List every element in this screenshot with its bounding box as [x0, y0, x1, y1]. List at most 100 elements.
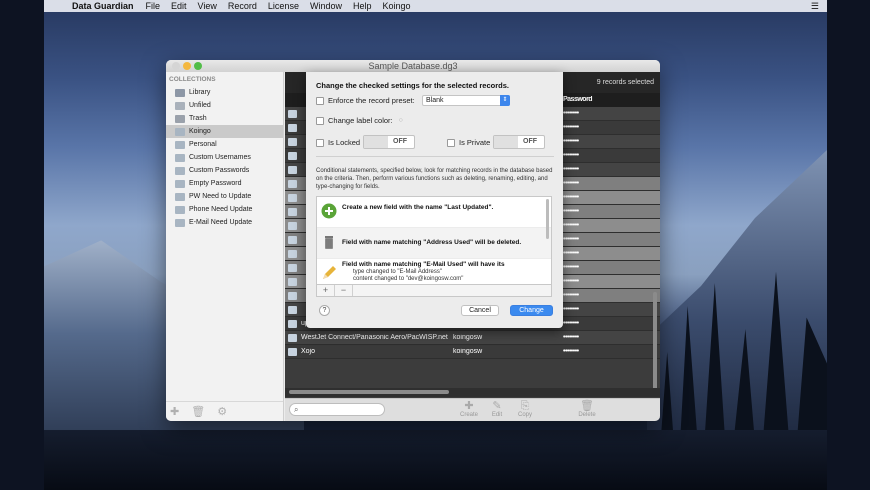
copy-button[interactable]: ⎘ Copy — [512, 400, 538, 418]
sidebar-item-phone-need-update[interactable]: Phone Need Update — [166, 203, 283, 216]
list-menu-icon[interactable]: ☰ — [811, 1, 819, 12]
record-password: •••••••• — [563, 166, 579, 173]
record-icon — [288, 292, 297, 300]
sidebar-item-e-mail-need-update[interactable]: E-Mail Need Update — [166, 216, 283, 229]
record-icon — [288, 152, 297, 160]
menu-edit[interactable]: Edit — [171, 1, 187, 11]
is-private-checkbox[interactable] — [447, 138, 455, 147]
sidebar-item-pw-need-to-update[interactable]: PW Need to Update — [166, 190, 283, 203]
pencil-icon — [323, 266, 336, 279]
menu-bar: Data Guardian File Edit View Record Lice… — [44, 0, 827, 12]
record-icon — [288, 194, 297, 202]
vertical-scrollbar[interactable] — [653, 292, 657, 392]
sidebar-item-library[interactable]: Library — [166, 86, 283, 99]
sidebar-item-label: Custom Passwords — [189, 167, 250, 174]
copy-icon: ⎘ — [520, 400, 530, 412]
column-password[interactable]: Password — [563, 96, 633, 103]
smart-folder-icon — [175, 179, 185, 188]
record-password: •••••••• — [563, 236, 579, 243]
menu-window[interactable]: Window — [310, 1, 342, 11]
menu-view[interactable]: View — [198, 1, 217, 11]
list-control-bar: + − — [316, 285, 552, 297]
change-button[interactable]: Change — [510, 305, 553, 316]
is-locked-toggle[interactable]: OFF — [363, 135, 415, 149]
action-text: Field with name matching "Address Used" … — [342, 239, 522, 246]
sidebar-item-empty-password[interactable]: Empty Password — [166, 177, 283, 190]
record-icon — [288, 264, 297, 272]
sheet-title: Change the checked settings for the sele… — [316, 81, 509, 90]
zoom-button[interactable] — [194, 62, 202, 70]
sidebar-item-custom-usernames[interactable]: Custom Usernames — [166, 151, 283, 164]
app-menu[interactable]: Data Guardian — [72, 1, 134, 11]
unfiled-icon — [175, 101, 185, 110]
horizontal-scrollbar[interactable] — [285, 388, 660, 397]
window-title: Sample Database.dg3 — [368, 61, 458, 71]
add-action-button[interactable]: + — [317, 285, 335, 296]
is-private-toggle[interactable]: OFF — [493, 135, 545, 149]
table-row[interactable]: WestJet Connect/Panasonic Aero/PacWISP.n… — [285, 331, 660, 345]
sidebar-item-trash[interactable]: Trash — [166, 112, 283, 125]
menu-record[interactable]: Record — [228, 1, 257, 11]
record-password: •••••••• — [563, 208, 579, 215]
enforce-preset-checkbox[interactable] — [316, 96, 324, 105]
is-private-row: Is Private — [447, 138, 490, 147]
record-icon — [288, 306, 297, 314]
action-text: Field with name matching "E-Mail Used" w… — [342, 261, 505, 268]
label-color-checkbox[interactable] — [316, 116, 324, 125]
sidebar-item-label: Trash — [189, 115, 207, 122]
smart-folder-icon — [175, 218, 185, 227]
cancel-button[interactable]: Cancel — [461, 305, 499, 316]
minimize-button[interactable] — [183, 62, 191, 70]
smart-folder-icon — [175, 192, 185, 201]
search-field[interactable]: ⌕ — [289, 403, 385, 416]
sidebar-item-label: PW Need to Update — [189, 193, 252, 200]
sidebar-footer: ✚ 🗑 ⚙ — [166, 401, 283, 421]
edit-button[interactable]: ✎ Edit — [484, 400, 510, 418]
list-item[interactable]: Create a new field with the name "Last U… — [317, 197, 551, 228]
record-icon — [288, 236, 297, 244]
add-icon — [321, 203, 337, 219]
sidebar-item-koingo[interactable]: Koingo — [166, 125, 283, 138]
sidebar-item-unfiled[interactable]: Unfiled — [166, 99, 283, 112]
record-name: WestJet Connect/Panasonic Aero/PacWISP.n… — [301, 334, 448, 341]
sidebar-item-label: Personal — [189, 141, 217, 148]
collection-settings-icon[interactable]: ⚙ — [217, 405, 227, 418]
menu-koingo[interactable]: Koingo — [382, 1, 410, 11]
description-text: Conditional statements, specified below,… — [316, 168, 553, 190]
action-subtext: type changed to "E-Mail Address" — [353, 269, 442, 275]
table-row[interactable]: Xojo koingosw •••••••• — [285, 345, 660, 359]
close-button[interactable] — [172, 62, 180, 70]
scroll-thumb[interactable] — [289, 390, 449, 394]
record-icon — [288, 250, 297, 258]
add-collection-icon[interactable]: ✚ — [170, 405, 179, 418]
list-item[interactable]: Field with name matching "Address Used" … — [317, 228, 551, 259]
preset-popup[interactable]: Blank ⇕ — [422, 95, 510, 106]
is-locked-checkbox[interactable] — [316, 138, 324, 147]
record-icon — [288, 138, 297, 146]
folder-icon — [175, 140, 185, 149]
delete-button[interactable]: 🗑 Delete — [574, 400, 600, 418]
delete-collection-icon[interactable]: 🗑 — [191, 405, 205, 418]
delete-label: Delete — [578, 412, 596, 418]
list-item[interactable]: Field with name matching "E-Mail Used" w… — [317, 259, 551, 284]
remove-action-button[interactable]: − — [335, 285, 353, 296]
menu-help[interactable]: Help — [353, 1, 372, 11]
sidebar-item-personal[interactable]: Personal — [166, 138, 283, 151]
menu-license[interactable]: License — [268, 1, 299, 11]
record-icon — [288, 278, 297, 286]
sidebar-item-custom-passwords[interactable]: Custom Passwords — [166, 164, 283, 177]
conditional-actions-list: Create a new field with the name "Last U… — [316, 196, 552, 285]
create-label: Create — [459, 412, 478, 418]
menu-file[interactable]: File — [146, 1, 161, 11]
create-button[interactable]: ✚ Create — [456, 400, 482, 418]
action-subtext: content changed to "dev@koingosw.com" — [353, 276, 464, 282]
edit-icon: ✎ — [492, 400, 502, 412]
collections-sidebar: COLLECTIONS Library Unfiled Trash Koingo Per… — [166, 72, 284, 421]
help-button[interactable]: ? — [319, 305, 330, 316]
record-icon — [288, 166, 297, 174]
sidebar-item-label: Empty Password — [189, 180, 242, 187]
list-scrollbar[interactable] — [546, 199, 549, 239]
smart-folder-icon — [175, 166, 185, 175]
color-dot-icon[interactable]: ○ — [399, 117, 403, 124]
toggle-state: OFF — [523, 138, 537, 145]
